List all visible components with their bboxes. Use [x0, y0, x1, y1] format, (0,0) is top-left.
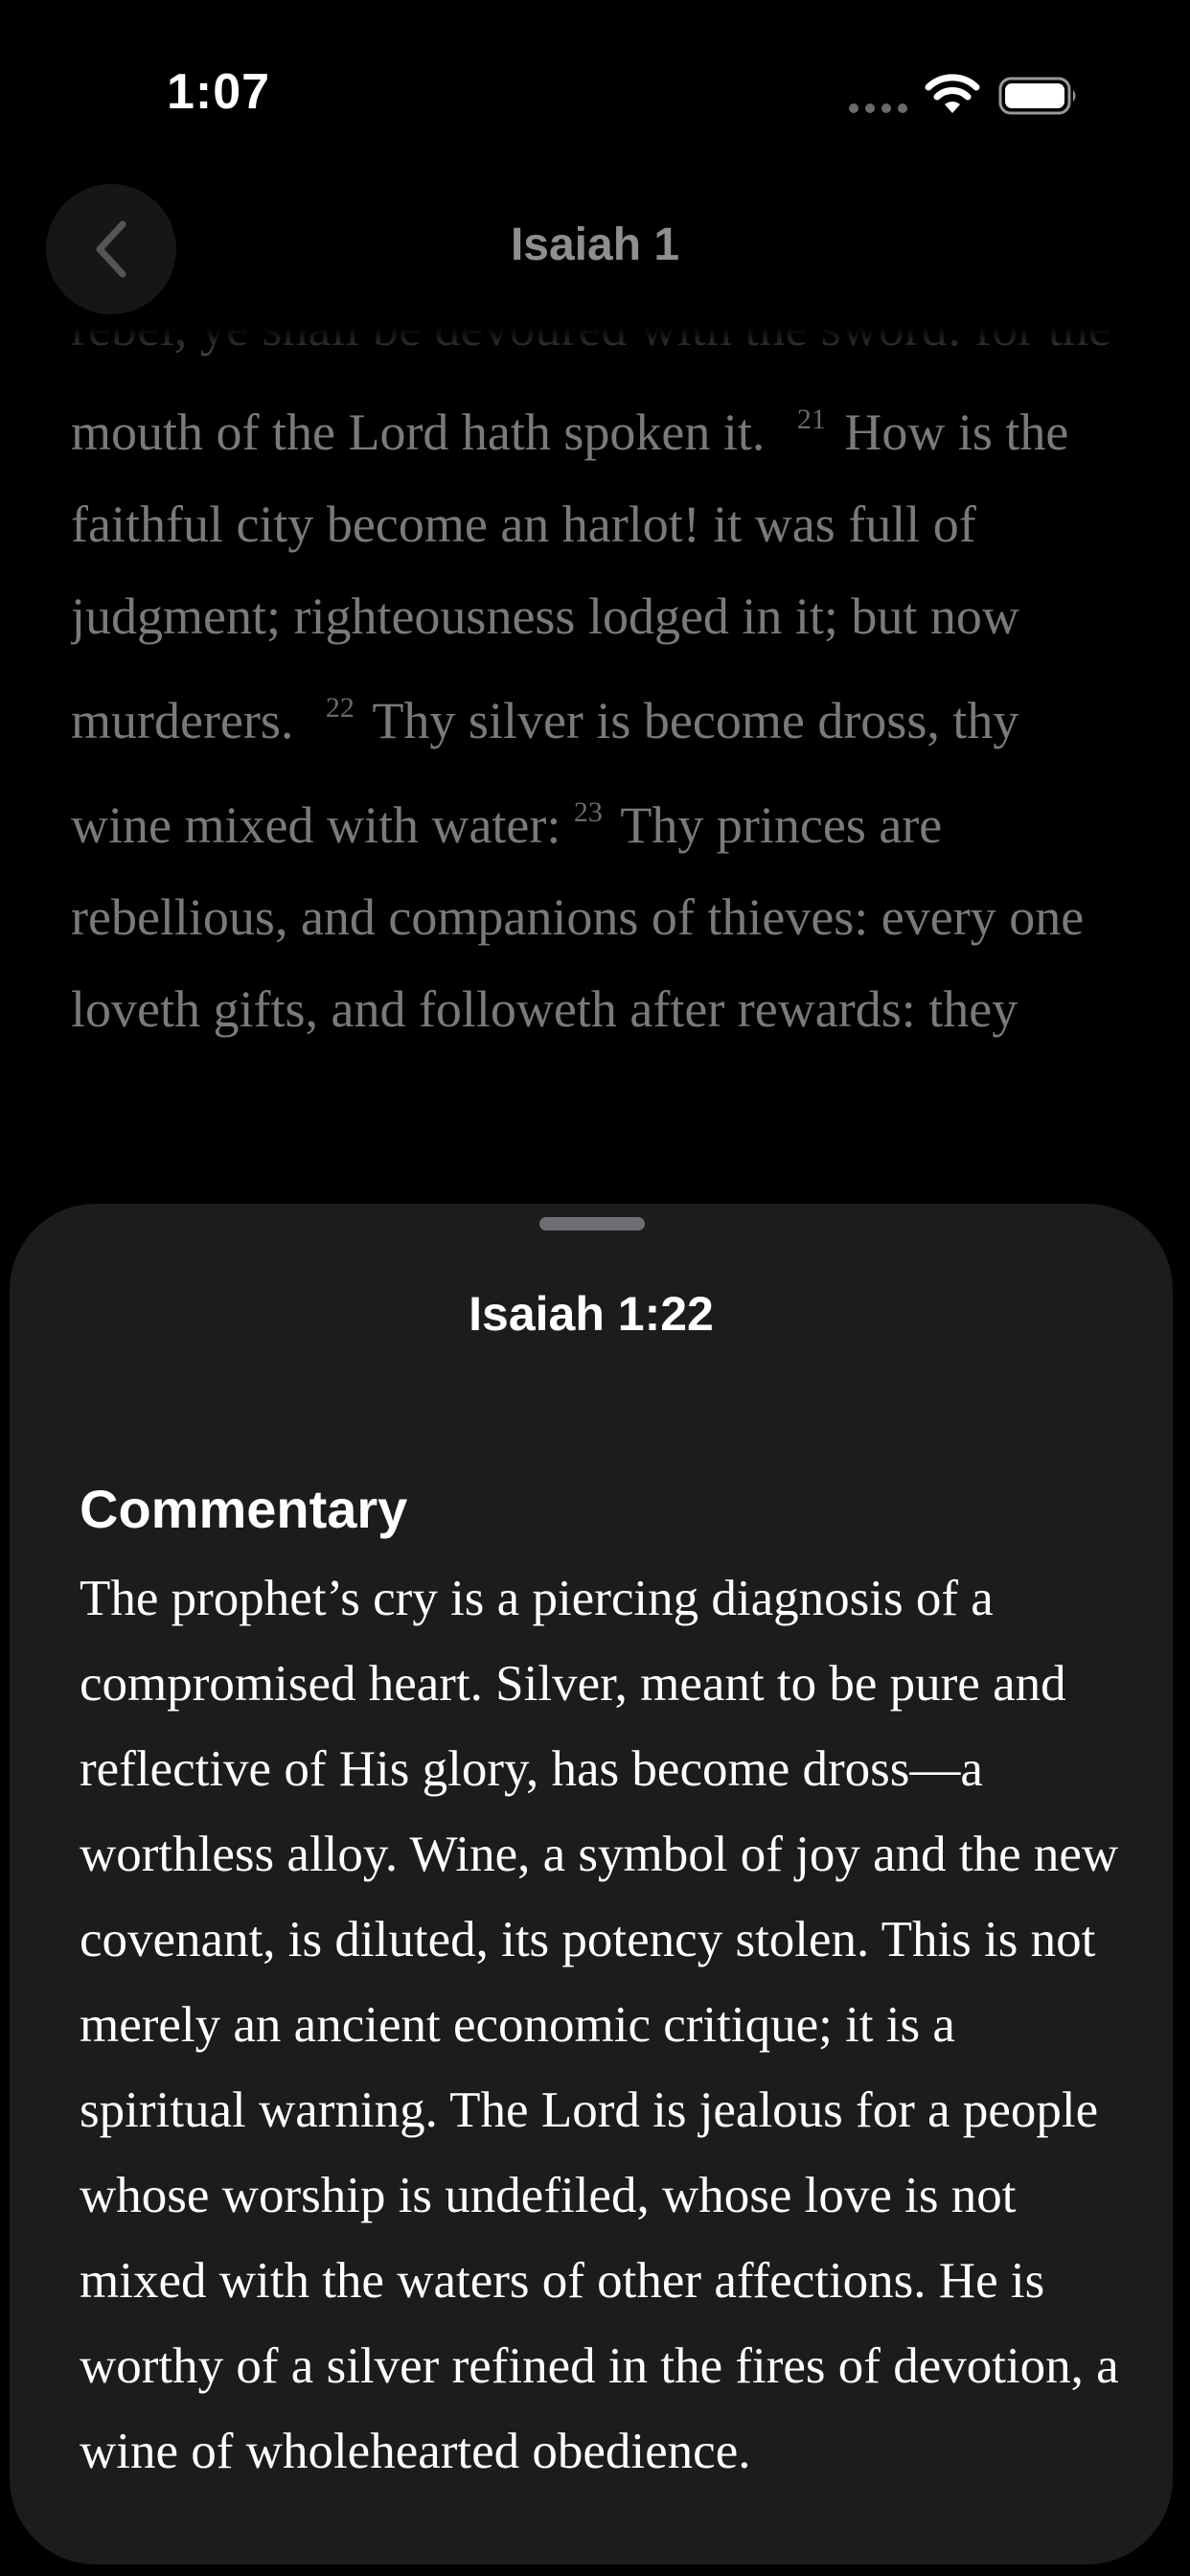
status-time: 1:07: [167, 64, 271, 120]
verse-number-23[interactable]: 23: [574, 796, 603, 828]
commentary-sheet[interactable]: Isaiah 1:22 Commentary The prophet’s cry…: [10, 1204, 1173, 2564]
cellular-signal-icon: [849, 104, 907, 113]
verse-number-21[interactable]: 21: [797, 403, 826, 435]
commentary-text: The prophet’s cry is a piercing diagnosi…: [80, 1571, 1119, 2479]
scripture-text: rebel, ye shall be devoured with the swo…: [71, 326, 1125, 1188]
page-title: Isaiah 1: [510, 219, 680, 270]
status-bar: 1:07: [0, 0, 1190, 182]
battery-icon: [998, 77, 1076, 115]
verse-number-22[interactable]: 22: [326, 692, 355, 724]
wifi-icon: [925, 74, 980, 113]
sheet-title: Isaiah 1:22: [469, 1287, 714, 1341]
commentary-heading: Commentary: [80, 1479, 408, 1539]
sheet-grabber[interactable]: [539, 1217, 645, 1230]
